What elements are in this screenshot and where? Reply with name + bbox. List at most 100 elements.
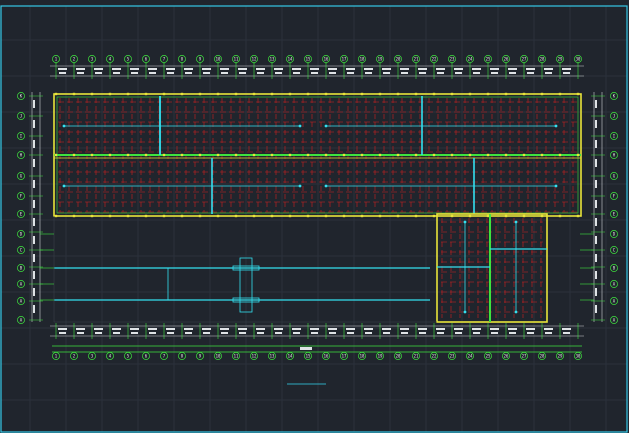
dimension-value-mark bbox=[256, 328, 265, 330]
axis-bubble-left: G bbox=[17, 172, 25, 180]
axis-bubble-label: 20 bbox=[396, 57, 401, 62]
axis-bubble-bottom: 19 bbox=[376, 352, 384, 360]
column-marker bbox=[216, 214, 220, 218]
dimension-value-mark bbox=[113, 332, 120, 334]
dimension-value-mark bbox=[400, 328, 409, 330]
column-marker bbox=[54, 92, 58, 96]
axis-bubble-top: 28 bbox=[538, 55, 546, 63]
axis-bubble-left: A bbox=[17, 297, 25, 305]
side-dimension-mark bbox=[595, 305, 597, 313]
column-marker bbox=[288, 153, 292, 157]
dimension-value-mark bbox=[473, 72, 480, 74]
axis-bubble-top: 21 bbox=[412, 55, 420, 63]
axis-bubble-right: D bbox=[610, 230, 618, 238]
axis-bubble-label: 19 bbox=[378, 354, 383, 359]
axis-bubble-bottom: 27 bbox=[520, 352, 528, 360]
axis-bubble-label: 26 bbox=[504, 354, 509, 359]
axis-bubble-bottom: 24 bbox=[466, 352, 474, 360]
axis-bubble-label: 25 bbox=[486, 57, 491, 62]
axis-bubble-bottom: 7 bbox=[160, 352, 168, 360]
axis-bubble-top: 2 bbox=[70, 55, 78, 63]
dimension-value-mark bbox=[95, 332, 102, 334]
dimension-value-mark bbox=[311, 72, 318, 74]
dimension-value-mark bbox=[221, 72, 228, 74]
column-marker bbox=[540, 214, 544, 218]
axis-bubble-label: 29 bbox=[558, 57, 563, 62]
axis-bubble-bottom: 15 bbox=[304, 352, 312, 360]
axis-bubble-left: F bbox=[17, 192, 25, 200]
column-marker bbox=[414, 153, 418, 157]
overall-dimension-value bbox=[300, 347, 312, 350]
dimension-value-mark bbox=[383, 332, 390, 334]
axis-bubble-top: 26 bbox=[502, 55, 510, 63]
column-marker bbox=[162, 153, 166, 157]
column-marker bbox=[180, 92, 184, 96]
column-marker bbox=[504, 153, 508, 157]
axis-bubble-right: A bbox=[610, 316, 618, 324]
axis-bubble-label: 13 bbox=[270, 57, 275, 62]
dimension-value-mark bbox=[292, 328, 301, 330]
dimension-value-mark bbox=[382, 328, 391, 330]
axis-bubble-bottom: 18 bbox=[358, 352, 366, 360]
axis-bubble-label: 10 bbox=[216, 57, 221, 62]
axis-bubble-label: 28 bbox=[540, 354, 545, 359]
axis-bubble-top: 3 bbox=[88, 55, 96, 63]
column-marker bbox=[468, 153, 472, 157]
dimension-value-mark bbox=[166, 328, 175, 330]
beam-node bbox=[324, 184, 328, 188]
column-marker bbox=[504, 214, 508, 218]
axis-bubble-label: 22 bbox=[432, 57, 437, 62]
axis-bubble-label: 24 bbox=[468, 354, 473, 359]
dimension-value-mark bbox=[490, 328, 499, 330]
axis-bubble-bottom: 16 bbox=[322, 352, 330, 360]
column-marker bbox=[540, 153, 544, 157]
dimension-value-mark bbox=[418, 68, 427, 70]
dimension-value-mark bbox=[545, 332, 552, 334]
axis-bubble-left: C bbox=[17, 246, 25, 254]
column-marker bbox=[270, 92, 274, 96]
axis-bubble-top: 17 bbox=[340, 55, 348, 63]
dimension-value-mark bbox=[329, 72, 336, 74]
column-marker bbox=[540, 92, 544, 96]
dimension-value-mark bbox=[365, 72, 372, 74]
axis-bubble-bottom: 28 bbox=[538, 352, 546, 360]
axis-bubble-top: 8 bbox=[178, 55, 186, 63]
column-marker bbox=[306, 92, 310, 96]
dimension-value-mark bbox=[149, 332, 156, 334]
side-dimension-mark bbox=[33, 236, 35, 244]
side-dimension-mark bbox=[595, 100, 597, 108]
axis-bubble-top: 6 bbox=[142, 55, 150, 63]
side-dimension-mark bbox=[33, 180, 35, 188]
axis-bubble-top: 1 bbox=[52, 55, 60, 63]
dimension-value-mark bbox=[203, 332, 210, 334]
column-marker bbox=[216, 153, 220, 157]
axis-bubble-label: 28 bbox=[540, 57, 545, 62]
axis-bubble-bottom: 26 bbox=[502, 352, 510, 360]
dimension-value-mark bbox=[455, 332, 462, 334]
dimension-value-mark bbox=[76, 68, 85, 70]
column-marker bbox=[288, 92, 292, 96]
dimension-value-mark bbox=[77, 332, 84, 334]
axis-bubble-bottom: 29 bbox=[556, 352, 564, 360]
column-marker bbox=[468, 92, 472, 96]
beam-node bbox=[514, 220, 518, 224]
side-dimension-mark bbox=[595, 236, 597, 244]
dimension-value-mark bbox=[239, 332, 246, 334]
axis-bubble-label: 18 bbox=[360, 57, 365, 62]
beam-node bbox=[463, 310, 467, 314]
column-marker bbox=[342, 153, 346, 157]
dimension-value-mark bbox=[526, 68, 535, 70]
axis-bubble-bottom: 14 bbox=[286, 352, 294, 360]
column-marker bbox=[270, 214, 274, 218]
axis-bubble-bottom: 11 bbox=[232, 352, 240, 360]
axis-bubble-bottom: 1 bbox=[52, 352, 60, 360]
column-marker bbox=[432, 92, 436, 96]
column-marker bbox=[198, 153, 202, 157]
dimension-value-mark bbox=[167, 332, 174, 334]
axis-bubble-top: 22 bbox=[430, 55, 438, 63]
axis-bubble-label: 10 bbox=[216, 354, 221, 359]
dimension-value-mark bbox=[419, 72, 426, 74]
side-dimension-mark bbox=[33, 159, 35, 167]
column-marker bbox=[360, 153, 364, 157]
column-marker bbox=[450, 214, 454, 218]
